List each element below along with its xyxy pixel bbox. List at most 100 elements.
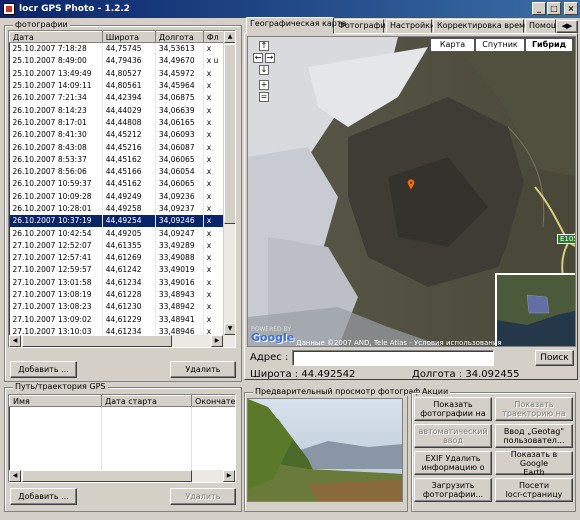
pan-up-icon[interactable]: ↑ xyxy=(259,41,269,51)
table-cell: 33,49019 xyxy=(155,263,204,277)
scroll-thumb[interactable] xyxy=(224,44,235,224)
window-title: locr GPS Photo - 1.2.2 xyxy=(19,4,131,14)
delete-photo-button[interactable]: Удалить xyxy=(170,361,236,378)
location-marker-icon[interactable] xyxy=(407,178,415,191)
tracks-column-header[interactable]: Дата старта xyxy=(101,395,192,407)
action-button-1[interactable]: Показать траекторию на xyxy=(495,397,573,421)
table-row[interactable]: 27.10.2007 13:01:58 44,61234 33,49016 x xyxy=(9,276,235,289)
photos-list[interactable]: Дата Широта Долгота Фл 25.10.2007 7:18:28 44… xyxy=(8,30,236,348)
table-row[interactable]: 26.10.2007 10:28:01 44,49258 34,09237 x xyxy=(9,202,235,215)
table-cell: 34,06065 xyxy=(155,177,204,191)
table-cell: 44,80561 xyxy=(102,79,156,92)
hscroll-thumb[interactable] xyxy=(22,335,172,347)
action-button-2[interactable]: автоматический ввод xyxy=(414,424,492,448)
table-row[interactable]: 25.10.2007 14:09:11 44,80561 34,45964 x xyxy=(9,79,235,92)
action-button-7[interactable]: Посети locr-страницу xyxy=(495,478,573,502)
pan-down-icon[interactable]: ↓ xyxy=(259,65,269,75)
table-cell: 26.10.2007 10:28:01 xyxy=(9,202,103,215)
add-track-button[interactable]: Добавить ... xyxy=(10,488,77,505)
delete-track-button[interactable]: Удалить xyxy=(170,488,236,505)
table-cell: 44,45212 xyxy=(102,128,156,141)
table-row[interactable]: 26.10.2007 8:53:37 44,45162 34,06065 x xyxy=(9,153,235,166)
tab-4[interactable]: Помощ xyxy=(525,19,558,33)
tracks-column-header[interactable]: Окончатель xyxy=(191,395,235,407)
table-cell: 26.10.2007 8:17:01 xyxy=(9,116,103,129)
table-row[interactable]: 27.10.2007 12:59:57 44,61242 33,49019 x xyxy=(9,263,235,277)
action-button-4[interactable]: EXIF Удалить информацию о xyxy=(414,451,492,475)
pan-left-icon[interactable]: ← xyxy=(253,53,263,63)
table-row[interactable]: 26.10.2007 8:56:06 44,45166 34,06054 x xyxy=(9,165,235,178)
table-cell: 33,48941 xyxy=(155,313,204,326)
address-input[interactable] xyxy=(292,350,494,366)
tab-3[interactable]: Корректировка времени xyxy=(433,19,540,33)
table-row[interactable]: 26.10.2007 8:43:08 44,45216 34,06087 x xyxy=(9,140,235,154)
photos-column-header[interactable]: Долгота xyxy=(154,31,204,43)
photos-column-header[interactable]: Дата xyxy=(9,31,103,43)
table-cell: 25.10.2007 14:09:11 xyxy=(9,79,103,92)
scroll-right-icon[interactable]: ▶ xyxy=(223,470,235,482)
action-button-5[interactable]: Показать в Google Earth xyxy=(495,450,573,477)
table-row[interactable]: 27.10.2007 13:09:02 44,61229 33,48941 x xyxy=(9,313,235,326)
map-mode-1[interactable]: Спутник xyxy=(475,38,525,52)
tab-2[interactable]: Настройки xyxy=(386,19,435,33)
photos-horizontal-scrollbar[interactable]: ◀ ▶ xyxy=(9,335,235,347)
action-button-3[interactable]: Ввод „Geotag" пользовател... xyxy=(495,424,573,448)
zoom-reset-icon[interactable]: = xyxy=(259,92,269,102)
minimize-button[interactable]: _ xyxy=(532,2,546,15)
table-cell: 27.10.2007 12:52:07 xyxy=(9,239,103,252)
latitude-readout: Широта : 44.492542 xyxy=(250,369,356,380)
table-cell: 34,09246 xyxy=(155,214,204,227)
close-button[interactable]: × xyxy=(564,2,578,15)
table-row[interactable]: 27.10.2007 13:08:23 44,61230 33,48942 x xyxy=(9,300,235,314)
scroll-right-icon[interactable]: ▶ xyxy=(211,335,223,347)
tab-0[interactable]: Географическая карта xyxy=(246,17,346,34)
add-photo-button[interactable]: Добавить ... xyxy=(10,361,77,378)
map-mode-2[interactable]: Гибрид xyxy=(525,38,573,52)
table-row[interactable]: 26.10.2007 7:21:34 44,42394 34,06875 x xyxy=(9,91,235,104)
pan-right-icon[interactable]: → xyxy=(265,53,275,63)
photos-column-header[interactable]: Широта xyxy=(101,31,156,43)
table-row[interactable]: 27.10.2007 12:52:07 44,61355 33,49289 x xyxy=(9,239,235,252)
app-icon xyxy=(3,3,15,15)
table-row[interactable]: 26.10.2007 8:17:01 44,44808 34,06165 x xyxy=(9,116,235,129)
zoom-in-icon[interactable]: + xyxy=(259,80,269,90)
table-cell: 33,49016 xyxy=(155,276,204,289)
table-cell: 33,49088 xyxy=(155,251,204,264)
scroll-down-icon[interactable]: ▼ xyxy=(224,323,235,335)
photos-vertical-scrollbar[interactable]: ▲ ▼ xyxy=(223,31,235,335)
table-row[interactable]: 26.10.2007 10:09:28 44,49249 34,09236 x xyxy=(9,190,235,203)
table-row[interactable]: 26.10.2007 10:37:19 44,49254 34,09246 x xyxy=(9,214,235,227)
terms-link[interactable]: Условия использования xyxy=(414,339,502,346)
tracks-column-header[interactable]: Имя xyxy=(9,395,102,407)
hscroll-thumb[interactable] xyxy=(22,470,192,482)
table-cell: 26.10.2007 10:37:19 xyxy=(9,214,103,227)
table-row[interactable]: 27.10.2007 12:57:41 44,61269 33,49088 x xyxy=(9,251,235,264)
tracks-horizontal-scrollbar[interactable]: ◀ ▶ xyxy=(9,470,235,482)
table-row[interactable]: 25.10.2007 7:18:28 44,75745 34,53613 x xyxy=(9,42,235,55)
table-cell: 26.10.2007 8:53:37 xyxy=(9,153,103,166)
satellite-map[interactable]: E105 POWERED BY Google Данные ©2007 AND,… xyxy=(247,36,576,347)
action-button-6[interactable]: Загрузить фотографии... xyxy=(414,478,492,502)
photos-group-label: фотографии xyxy=(13,20,70,29)
search-button[interactable]: Поиск xyxy=(535,350,574,366)
table-cell: 44,61355 xyxy=(102,239,156,252)
table-row[interactable]: 26.10.2007 8:14:23 44,44029 34,06639 x xyxy=(9,103,235,117)
tracks-group-label: Путь/траектория GPS xyxy=(13,382,108,391)
overview-map[interactable] xyxy=(495,273,575,346)
table-row[interactable]: 27.10.2007 13:08:19 44,61228 33,48943 x xyxy=(9,288,235,301)
maximize-button[interactable]: □ xyxy=(547,2,561,15)
table-row[interactable]: 25.10.2007 13:49:49 44,80527 34,45972 x xyxy=(9,67,235,80)
scroll-left-icon[interactable]: ◀ xyxy=(9,470,21,482)
scroll-left-icon[interactable]: ◀ xyxy=(9,335,21,347)
tracks-list[interactable]: ИмяДата стартаОкончатель ◀ ▶ xyxy=(8,394,236,483)
tab-scroll-arrows-icon[interactable]: ◀▶ xyxy=(556,20,578,33)
scroll-up-icon[interactable]: ▲ xyxy=(224,31,235,43)
table-row[interactable]: 26.10.2007 8:41:30 44,45212 34,06093 x xyxy=(9,128,235,141)
title-bar: locr GPS Photo - 1.2.2 _ □ × xyxy=(0,0,580,18)
table-row[interactable]: 25.10.2007 8:49:00 44,79436 34,49670 x u xyxy=(9,54,235,68)
map-mode-0[interactable]: Карта xyxy=(430,38,475,52)
action-button-0[interactable]: Показать фотографии на xyxy=(414,397,492,421)
table-row[interactable]: 26.10.2007 10:42:54 44,49205 34,09247 x xyxy=(9,226,235,240)
table-row[interactable]: 26.10.2007 10:59:37 44,45162 34,06065 x xyxy=(9,177,235,191)
table-cell: 25.10.2007 13:49:49 xyxy=(9,67,103,80)
